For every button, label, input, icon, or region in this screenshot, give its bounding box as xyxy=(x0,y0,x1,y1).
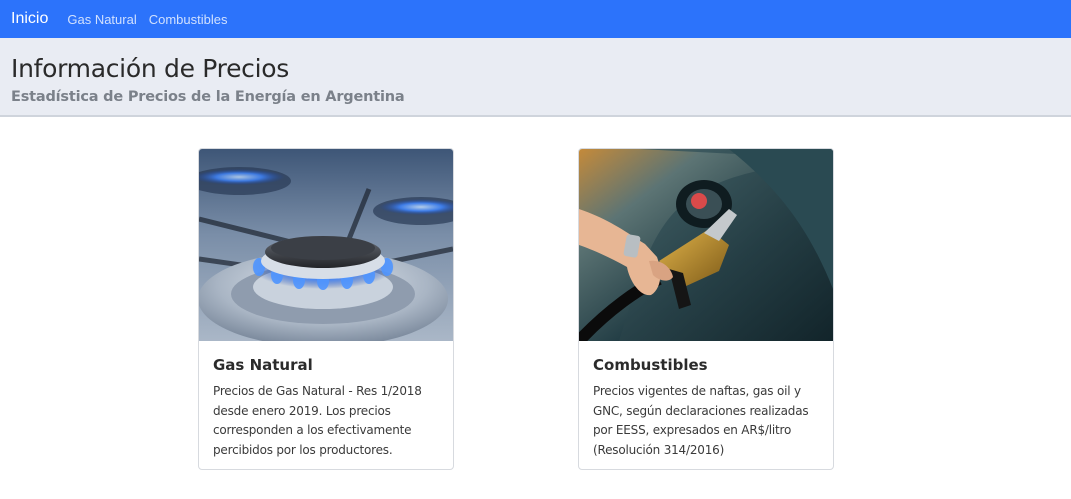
top-navbar: Inicio Gas Natural Combustibles xyxy=(0,0,1071,38)
nav-link-combustibles[interactable]: Combustibles xyxy=(149,12,228,27)
card-description: Precios de Gas Natural - Res 1/2018 desd… xyxy=(213,384,422,457)
card-gas-natural[interactable]: Gas Natural Precios de Gas Natural - Res… xyxy=(198,148,454,470)
card-description: Precios vigentes de naftas, gas oil y GN… xyxy=(593,384,809,457)
page-subtitle: Estadística de Precios de la Energía en … xyxy=(11,89,405,105)
card-title: Gas Natural xyxy=(213,356,313,374)
nav-brand-inicio[interactable]: Inicio xyxy=(11,10,48,28)
page-header: Información de Precios Estadística de Pr… xyxy=(0,38,1071,117)
card-title: Combustibles xyxy=(593,356,708,374)
page-title: Información de Precios xyxy=(11,54,289,83)
nav-link-gas-natural[interactable]: Gas Natural xyxy=(67,12,136,27)
gas-burner-image[interactable] xyxy=(199,149,453,341)
card-combustibles[interactable]: Combustibles Precios vigentes de naftas,… xyxy=(578,148,834,470)
fuel-nozzle-image[interactable] xyxy=(579,149,833,341)
